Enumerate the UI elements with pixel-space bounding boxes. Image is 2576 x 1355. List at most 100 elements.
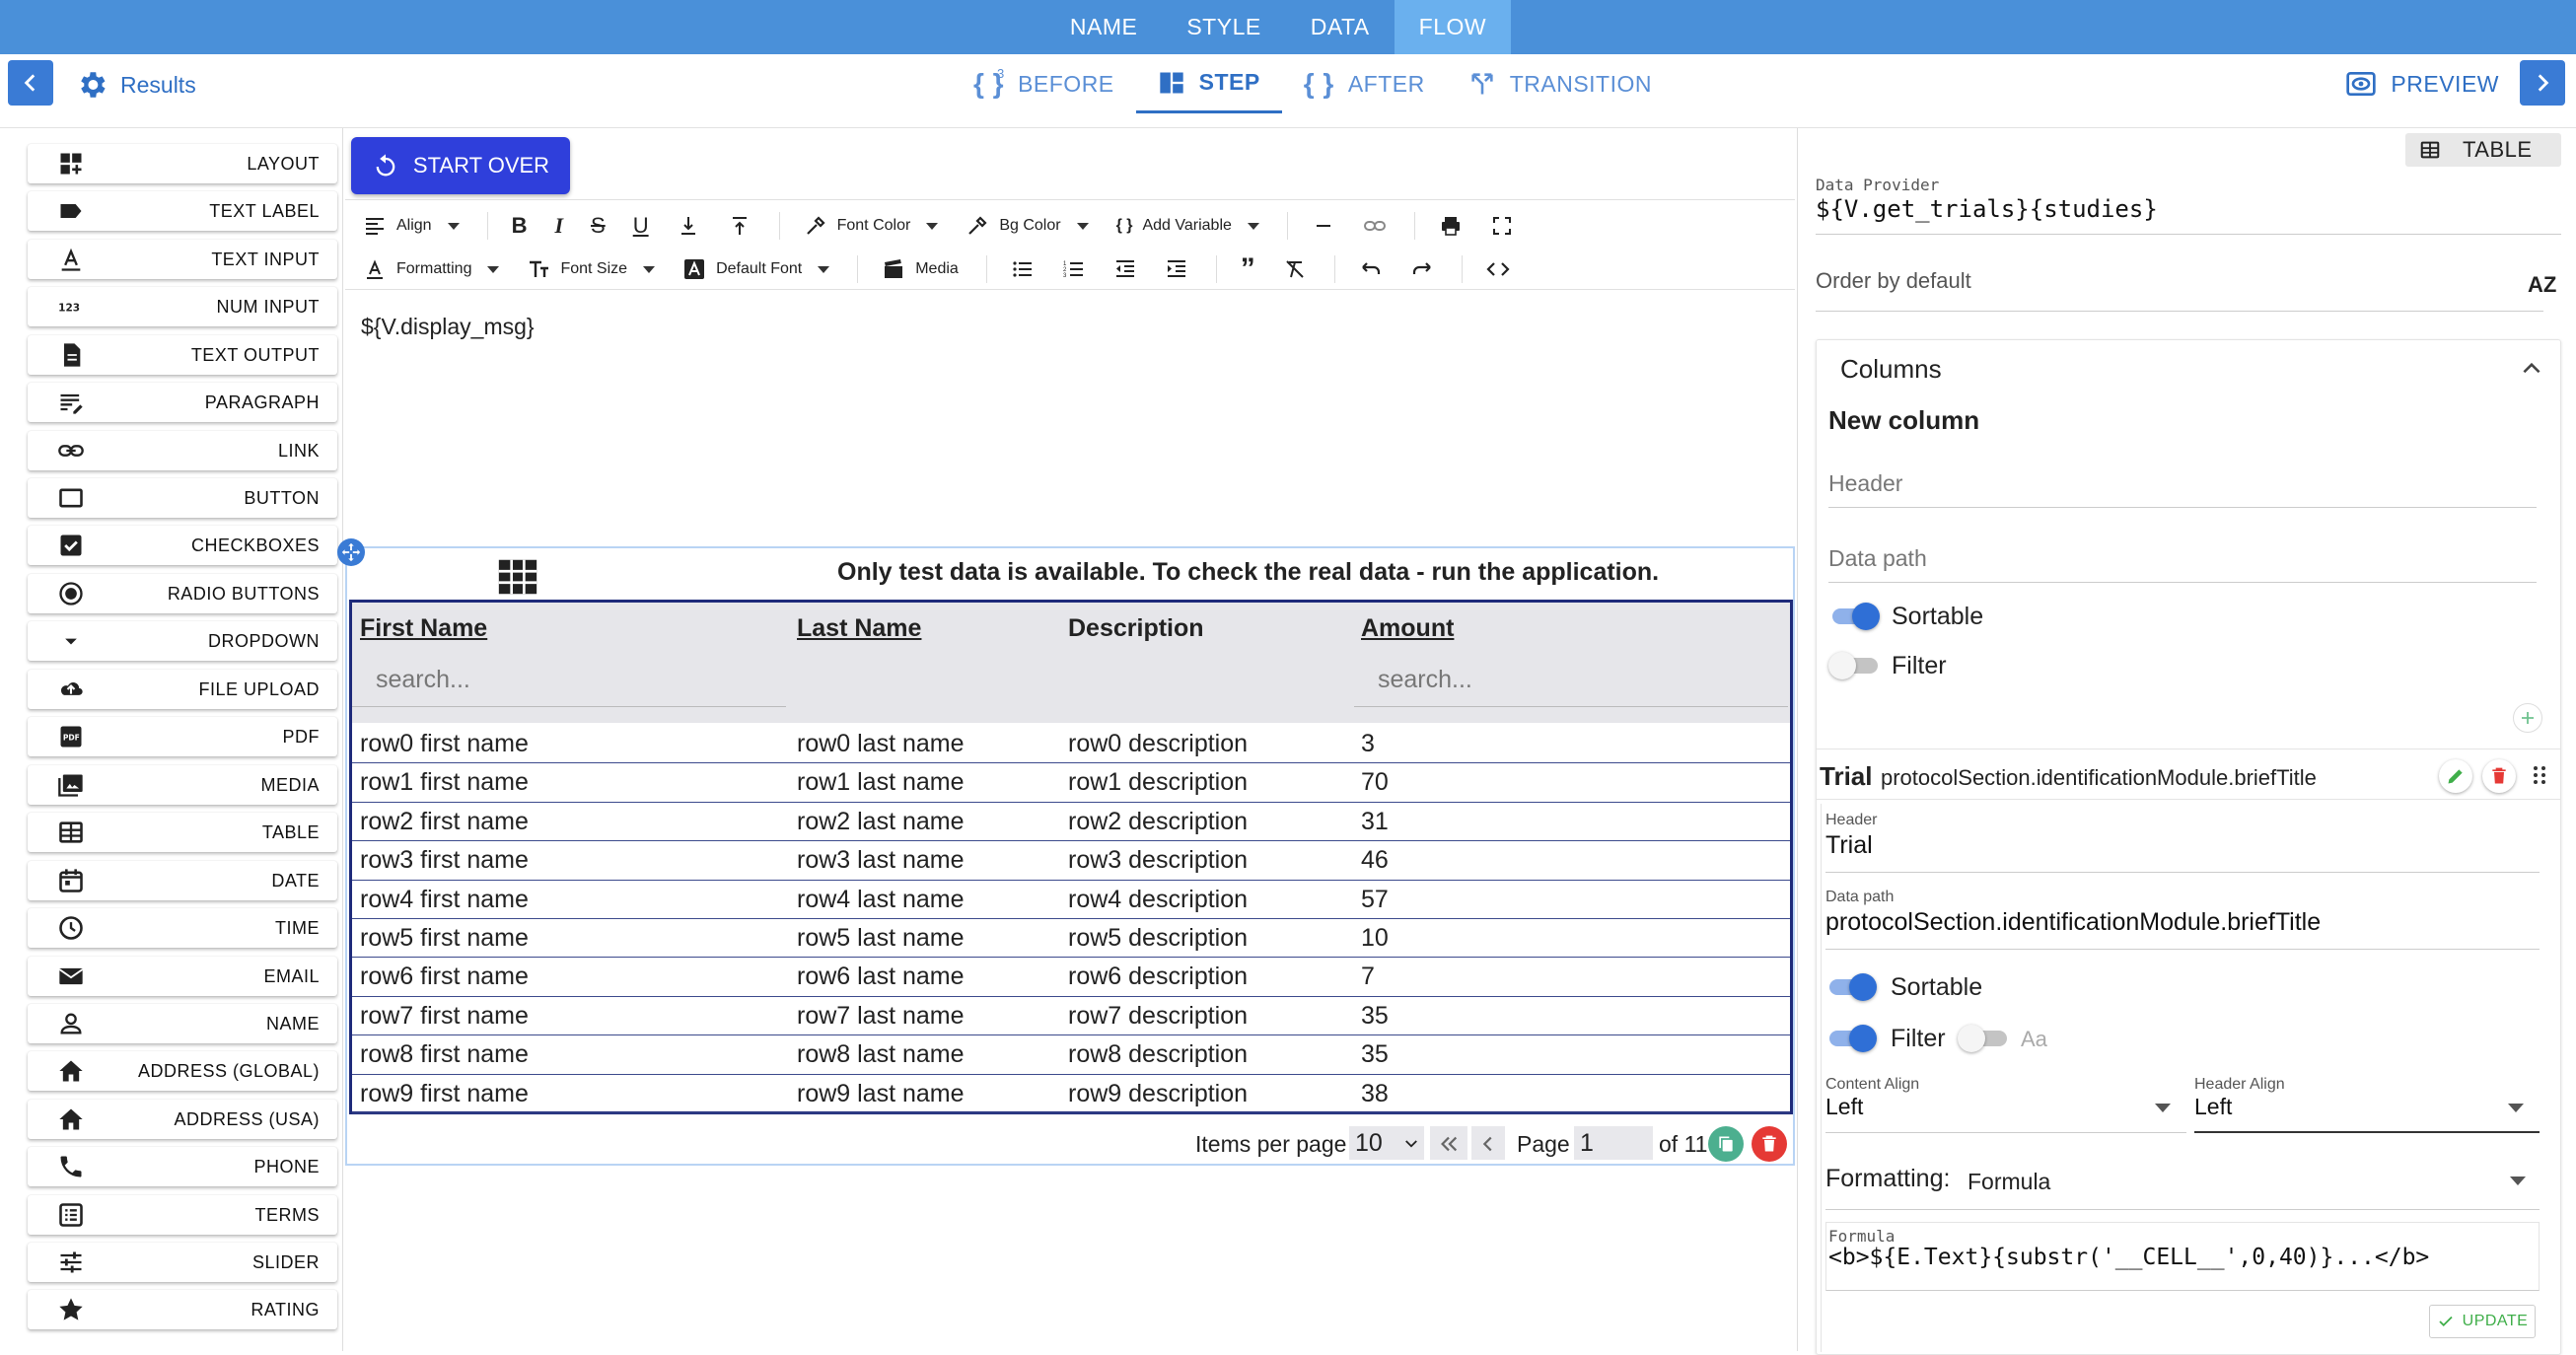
component-rating[interactable]: RATING [28,1290,337,1329]
column-data-path-input[interactable]: Data path protocolSection.identification… [1825,883,2540,950]
table-component[interactable]: Only test data is available. To check th… [337,538,1795,1166]
copy-component-button[interactable] [1708,1126,1744,1162]
component-date[interactable]: DATE [28,861,337,900]
component-time[interactable]: TIME [28,908,337,948]
tab-step[interactable]: STEP [1135,54,1282,113]
column-header-first-name[interactable]: First Name [360,614,487,643]
component-address-usa[interactable]: ADDRESS (USA) [28,1100,337,1139]
component-terms[interactable]: TERMS [28,1195,337,1235]
drag-handle-icon[interactable] [2528,763,2551,787]
results-link[interactable]: Results [75,68,196,102]
font-size-dropdown[interactable]: Font Size [527,257,656,281]
component-num-input[interactable]: 123 NUM INPUT [28,287,337,326]
content-align-select[interactable]: Content Align Left [1825,1068,2186,1133]
strikethrough-button[interactable]: S [591,213,606,239]
bold-button[interactable]: B [512,213,528,239]
data-provider-field[interactable]: Data Provider ${V.get_trials}{studies} [1816,174,2561,235]
insert-link-button[interactable] [1363,214,1387,238]
formula-input[interactable]: Formula <b>${E.Text}{substr('__CELL__',0… [1825,1222,2540,1291]
component-button[interactable]: BUTTON [28,478,337,518]
bg-color-dropdown[interactable]: Bg Color [966,214,1089,238]
indent-button[interactable] [1165,257,1188,281]
print-button[interactable] [1439,214,1463,238]
component-name[interactable]: NAME [28,1004,337,1043]
column-header-amount[interactable]: Amount [1361,614,1454,643]
update-column-button[interactable]: UPDATE [2429,1305,2536,1338]
new-column-header-input[interactable]: Header [1828,449,2537,508]
tab-after[interactable]: { } AFTER [1282,54,1447,113]
sort-az-icon[interactable]: AZ [2528,272,2556,298]
column-header-input[interactable]: Header Trial [1825,808,2540,873]
undo-button[interactable] [1359,257,1383,281]
order-by-default-field[interactable]: Order by default [1816,250,2543,312]
tab-style[interactable]: STYLE [1162,0,1285,54]
formatting-select[interactable]: Formatting: Formula [1825,1149,2540,1210]
component-slider[interactable]: SLIDER [28,1243,337,1282]
column-sortable-toggle[interactable] [1825,971,1877,1001]
component-text-output[interactable]: TEXT OUTPUT [28,335,337,375]
delete-column-button[interactable] [2482,759,2516,793]
media-button[interactable]: Media [882,257,959,281]
page-input[interactable]: 1 [1574,1126,1653,1160]
header-align-select[interactable]: Header Align Left [2194,1068,2540,1133]
column-filter-toggle[interactable] [1825,1023,1877,1052]
underline-button[interactable]: U [633,213,649,239]
component-address-global[interactable]: ADDRESS (GLOBAL) [28,1051,337,1091]
delete-component-button[interactable] [1752,1126,1787,1162]
source-code-button[interactable] [1486,257,1510,281]
quote-button[interactable]: ” [1241,252,1255,285]
tab-flow[interactable]: FLOW [1394,0,1512,54]
italic-button[interactable]: I [554,213,563,239]
tab-name[interactable]: NAME [1045,0,1162,54]
edit-column-button[interactable] [2439,759,2472,793]
font-family-dropdown[interactable]: Default Font [682,257,830,281]
redo-button[interactable] [1410,257,1434,281]
component-email[interactable]: EMAIL [28,957,337,996]
tab-before[interactable]: { } 3 BEFORE [952,54,1136,113]
forward-button[interactable] [2520,60,2565,106]
new-column-sortable-toggle[interactable] [1828,601,1880,630]
add-column-button[interactable] [2513,703,2542,733]
numbered-list-button[interactable]: 123 [1062,257,1086,281]
case-sensitive-toggle[interactable] [1958,1023,2009,1052]
column-item-trial[interactable]: Trial protocolSection.identificationModu… [1816,749,2561,800]
horizontal-rule-button[interactable] [1312,214,1335,238]
first-page-button[interactable] [1430,1126,1467,1160]
component-link[interactable]: LINK [28,431,337,470]
component-phone[interactable]: PHONE [28,1147,337,1186]
back-button[interactable] [8,60,53,106]
formatting-dropdown[interactable]: Formatting [363,257,500,281]
bullet-list-button[interactable] [1011,257,1035,281]
align-dropdown[interactable]: Align [363,214,460,238]
add-variable-dropdown[interactable]: { } Add Variable [1116,217,1259,235]
component-paragraph[interactable]: PARAGRAPH [28,383,337,422]
chevron-up-icon[interactable] [2519,356,2544,382]
tab-data[interactable]: DATA [1286,0,1395,54]
clear-format-button[interactable] [1283,257,1307,281]
component-file-upload[interactable]: FILE UPLOAD [28,670,337,709]
component-checkboxes[interactable]: CHECKBOXES [28,526,337,565]
new-column-data-path-input[interactable]: Data path [1828,524,2537,583]
editor-content[interactable]: ${V.display_msg} [361,314,535,340]
move-handle[interactable] [337,538,365,566]
items-per-page-select[interactable]: 10 [1349,1126,1424,1160]
outdent-button[interactable] [1113,257,1137,281]
preview-button[interactable]: PREVIEW [2345,68,2499,100]
amount-search-input[interactable]: search... [1354,654,1788,707]
superscript-button[interactable] [728,214,751,238]
fullscreen-button[interactable] [1490,214,1514,238]
tab-transition[interactable]: TRANSITION [1447,54,1674,113]
component-dropdown[interactable]: DROPDOWN [28,621,337,661]
component-table[interactable]: TABLE [28,813,337,852]
component-layout[interactable]: LAYOUT [28,144,337,183]
subscript-button[interactable] [677,214,700,238]
component-text-label[interactable]: TEXT LABEL [28,191,337,231]
component-text-input[interactable]: TEXT INPUT [28,240,337,279]
component-radio-buttons[interactable]: RADIO BUTTONS [28,574,337,613]
new-column-filter-toggle[interactable] [1828,650,1880,679]
component-pdf[interactable]: PDF PDF [28,717,337,756]
first-name-search-input[interactable]: search... [352,654,786,707]
font-color-dropdown[interactable]: Font Color [804,214,939,238]
prev-page-button[interactable] [1471,1126,1505,1160]
start-over-button[interactable]: START OVER [351,137,570,194]
